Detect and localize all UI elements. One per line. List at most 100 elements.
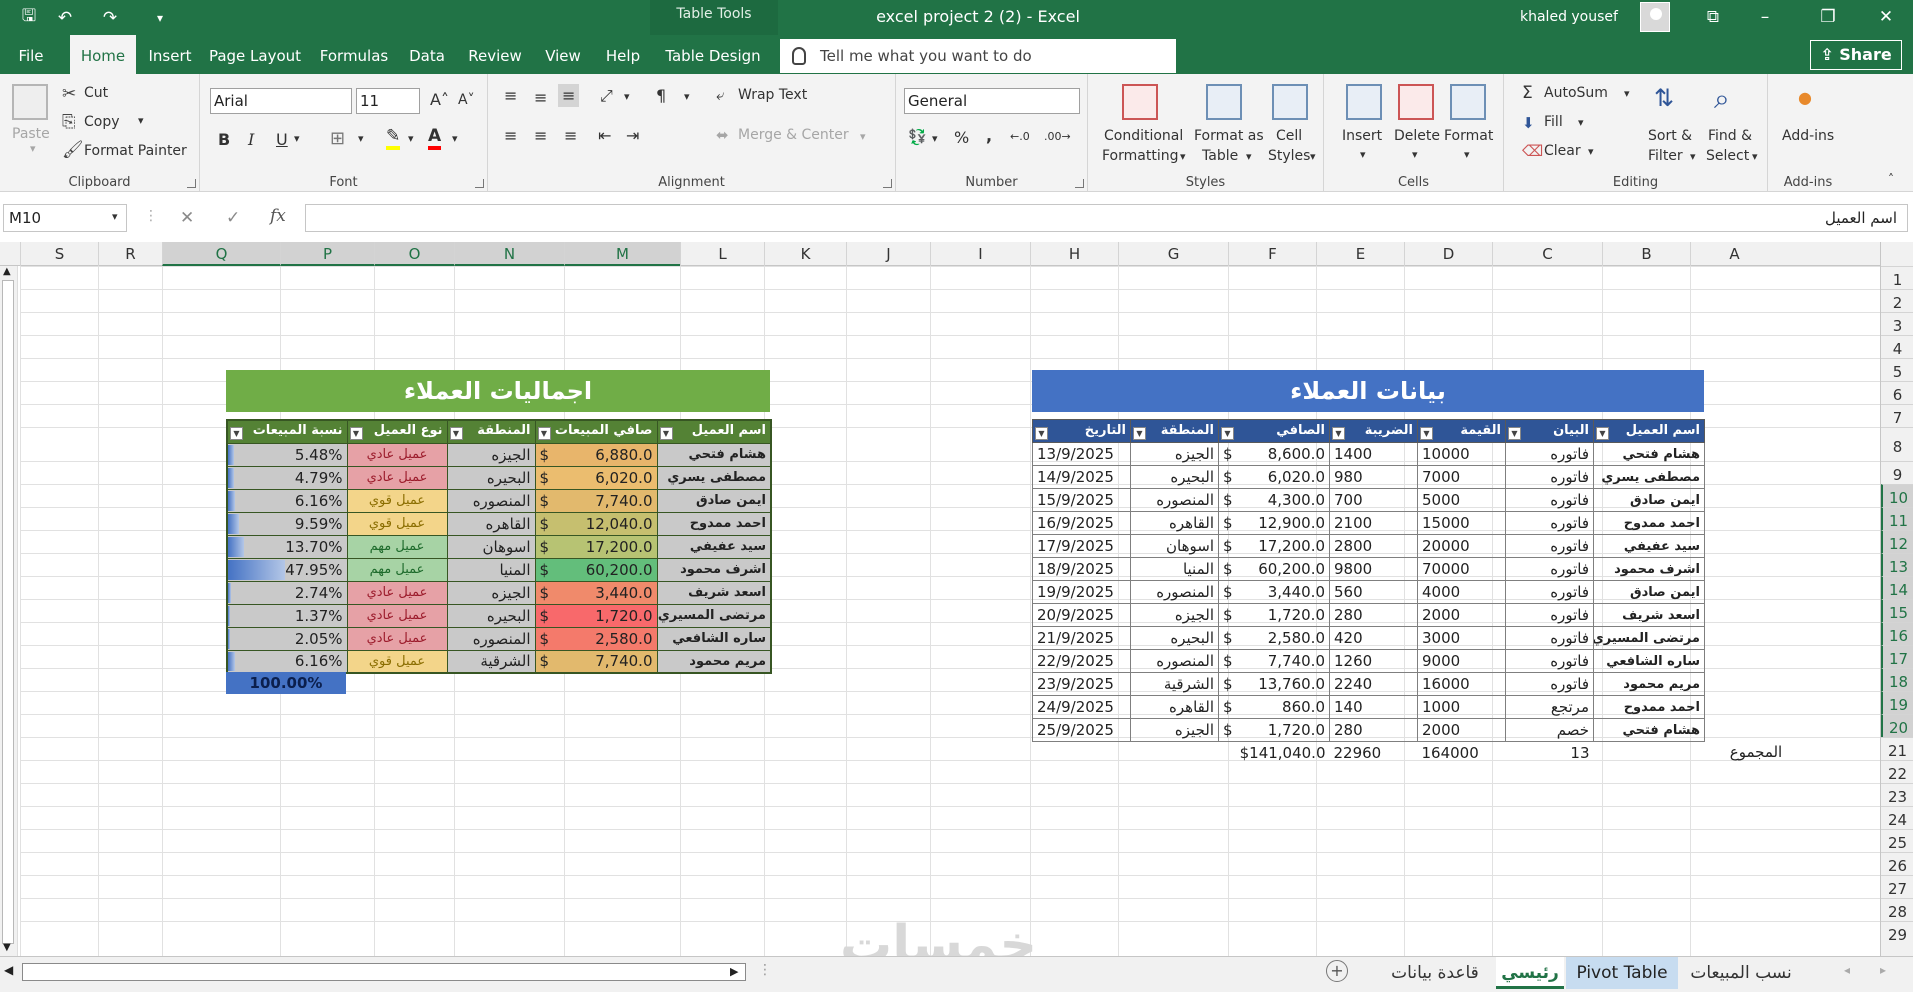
text-cell[interactable]: فاتوره xyxy=(1505,649,1594,673)
number-cell[interactable]: 24/9/2025 xyxy=(1032,695,1131,719)
sales-share-cell[interactable]: 6.16% xyxy=(226,488,348,513)
filter-dropdown-icon[interactable]: ▼ xyxy=(1508,426,1521,440)
format-painter-button[interactable]: Format Painter xyxy=(84,143,187,159)
row-header-7[interactable]: 7 xyxy=(1881,404,1913,427)
customer-name-cell[interactable]: مرتضى المسيري xyxy=(656,603,772,628)
region-cell[interactable]: القاهره xyxy=(446,511,536,536)
number-cell[interactable]: 18/9/2025 xyxy=(1032,557,1131,581)
user-name[interactable]: khaled yousef xyxy=(1520,0,1618,35)
column-header-p[interactable]: P xyxy=(280,242,374,266)
number-cell[interactable]: 20/9/2025 xyxy=(1032,603,1131,627)
text-cell[interactable]: فاتوره xyxy=(1505,580,1594,604)
cancel-icon[interactable]: ✕ xyxy=(180,208,194,228)
sheet-tab-pivot[interactable]: Pivot Table xyxy=(1566,957,1678,989)
row-header-20[interactable]: 20 xyxy=(1881,714,1913,737)
number-cell[interactable]: 13/9/2025 xyxy=(1032,442,1131,466)
format-dropdown-icon[interactable]: ▾ xyxy=(1464,148,1470,161)
number-cell[interactable]: 3000 xyxy=(1417,626,1506,650)
text-cell[interactable]: فاتوره xyxy=(1505,442,1594,466)
sheet-tab-main[interactable]: رئيسي xyxy=(1496,957,1564,989)
column-header-q[interactable]: Q xyxy=(162,242,280,266)
text-cell[interactable]: المنيا xyxy=(1130,557,1219,581)
number-cell[interactable]: 70000 xyxy=(1417,557,1506,581)
number-cell[interactable]: 140 xyxy=(1329,695,1418,719)
customer-type-cell[interactable]: عميل قوي xyxy=(346,511,448,536)
number-cell[interactable]: 25/9/2025 xyxy=(1032,718,1131,742)
row-header-16[interactable]: 16 xyxy=(1881,622,1913,645)
sort-filter-icon[interactable]: ⇅ xyxy=(1654,84,1674,112)
horizontal-scrollbar[interactable] xyxy=(22,963,746,981)
number-cell[interactable]: 16000 xyxy=(1417,672,1506,696)
text-cell[interactable]: اسعد شريف xyxy=(1593,603,1705,627)
filter-dropdown-icon[interactable]: ▼ xyxy=(1035,426,1048,440)
orientation-icon[interactable]: ⤢ xyxy=(600,86,613,106)
customer-name-cell[interactable]: اشرف محمود xyxy=(656,557,772,582)
sort-filter-button[interactable]: Sort & xyxy=(1648,128,1692,144)
text-cell[interactable]: الشرقية xyxy=(1130,672,1219,696)
cell-styles-button[interactable]: Cell xyxy=(1276,128,1302,144)
paste-button[interactable]: Paste xyxy=(12,126,50,142)
close-icon[interactable]: ✕ xyxy=(1863,0,1909,35)
column-header-g[interactable]: G xyxy=(1118,242,1228,266)
net-sales-cell[interactable]: $3,440.0 xyxy=(534,580,658,605)
insert-function-icon[interactable]: fx xyxy=(270,206,286,226)
filter-dropdown-icon[interactable]: ▼ xyxy=(1420,426,1433,440)
conditional-formatting-button[interactable]: Conditional xyxy=(1104,128,1183,144)
row-header-17[interactable]: 17 xyxy=(1881,645,1913,668)
enter-icon[interactable]: ✓ xyxy=(226,208,240,228)
net-value-cell[interactable]: $6,020.0 xyxy=(1218,465,1330,489)
column-header-e[interactable]: E xyxy=(1316,242,1404,266)
number-cell[interactable]: 1400 xyxy=(1329,442,1418,466)
net-value-cell[interactable]: $13,760.0 xyxy=(1218,672,1330,696)
total-cell[interactable]: $141,040.0 xyxy=(1219,742,1330,765)
column-header-k[interactable]: K xyxy=(764,242,846,266)
number-cell[interactable]: 2000 xyxy=(1417,603,1506,627)
number-cell[interactable]: 17/9/2025 xyxy=(1032,534,1131,558)
ribbon-display-icon[interactable]: ⧉ xyxy=(1690,0,1736,35)
total-cell[interactable]: 13 xyxy=(1506,742,1594,765)
region-cell[interactable]: الجيزه xyxy=(446,580,536,605)
row-header-9[interactable]: 9 xyxy=(1881,461,1913,484)
paste-icon[interactable] xyxy=(12,84,48,120)
number-cell[interactable]: 280 xyxy=(1329,718,1418,742)
row-header-26[interactable]: 26 xyxy=(1881,852,1913,875)
tab-review[interactable]: Review xyxy=(462,35,528,74)
filter-dropdown-icon[interactable]: ▼ xyxy=(1332,426,1345,440)
share-button[interactable]: ⇪ Share xyxy=(1810,40,1902,70)
align-right-icon[interactable]: ≡ xyxy=(564,126,577,145)
row-header-4[interactable]: 4 xyxy=(1881,335,1913,358)
column-header-n[interactable]: N xyxy=(454,242,564,266)
select-all-corner[interactable] xyxy=(1880,242,1913,266)
net-sales-cell[interactable]: $17,200.0 xyxy=(534,534,658,559)
region-cell[interactable]: المنصوره xyxy=(446,488,536,513)
summary-total-pct[interactable]: 100.00% xyxy=(226,672,346,694)
row-header-22[interactable]: 22 xyxy=(1881,760,1913,783)
underline-icon[interactable]: U xyxy=(276,130,288,149)
row-header-3[interactable]: 3 xyxy=(1881,312,1913,335)
accounting-dropdown-icon[interactable]: ▾ xyxy=(932,132,938,145)
customer-name-cell[interactable]: ساره الشافعي xyxy=(656,626,772,651)
font-color-dropdown-icon[interactable]: ▾ xyxy=(452,132,458,145)
text-cell[interactable]: مصطفى يسري xyxy=(1593,465,1705,489)
sales-share-cell[interactable]: 6.16% xyxy=(226,649,348,674)
clear-button[interactable]: Clear xyxy=(1544,143,1581,159)
number-cell[interactable]: 700 xyxy=(1329,488,1418,512)
total-cell[interactable] xyxy=(1033,742,1131,765)
net-value-cell[interactable]: $1,720.0 xyxy=(1218,718,1330,742)
customer-type-cell[interactable]: عميل مهم xyxy=(346,534,448,559)
filter-dropdown-icon[interactable]: ▼ xyxy=(1221,426,1234,440)
total-cell[interactable] xyxy=(1594,742,1705,765)
fill-color-icon[interactable]: ✎ xyxy=(386,126,401,150)
find-select-button[interactable]: Find & xyxy=(1708,128,1752,144)
column-header-f[interactable]: F xyxy=(1228,242,1316,266)
text-cell[interactable]: اشرف محمود xyxy=(1593,557,1705,581)
customer-data-table[interactable]: اسم العميل ▼ البيان ▼ القيمة ▼ الضريبة ▼ الصافي ▼… xyxy=(1032,419,1705,765)
copy-dropdown-icon[interactable]: ▾ xyxy=(138,114,144,127)
row-header-23[interactable]: 23 xyxy=(1881,783,1913,806)
align-center-icon[interactable]: ≡ xyxy=(534,126,547,145)
number-cell[interactable]: 22/9/2025 xyxy=(1032,649,1131,673)
tab-table-design[interactable]: Table Design xyxy=(658,35,768,74)
borders-icon[interactable]: ⊞ xyxy=(330,128,345,149)
name-box-dropdown-icon[interactable]: ▾ xyxy=(112,210,118,223)
region-cell[interactable]: المنصوره xyxy=(446,626,536,651)
